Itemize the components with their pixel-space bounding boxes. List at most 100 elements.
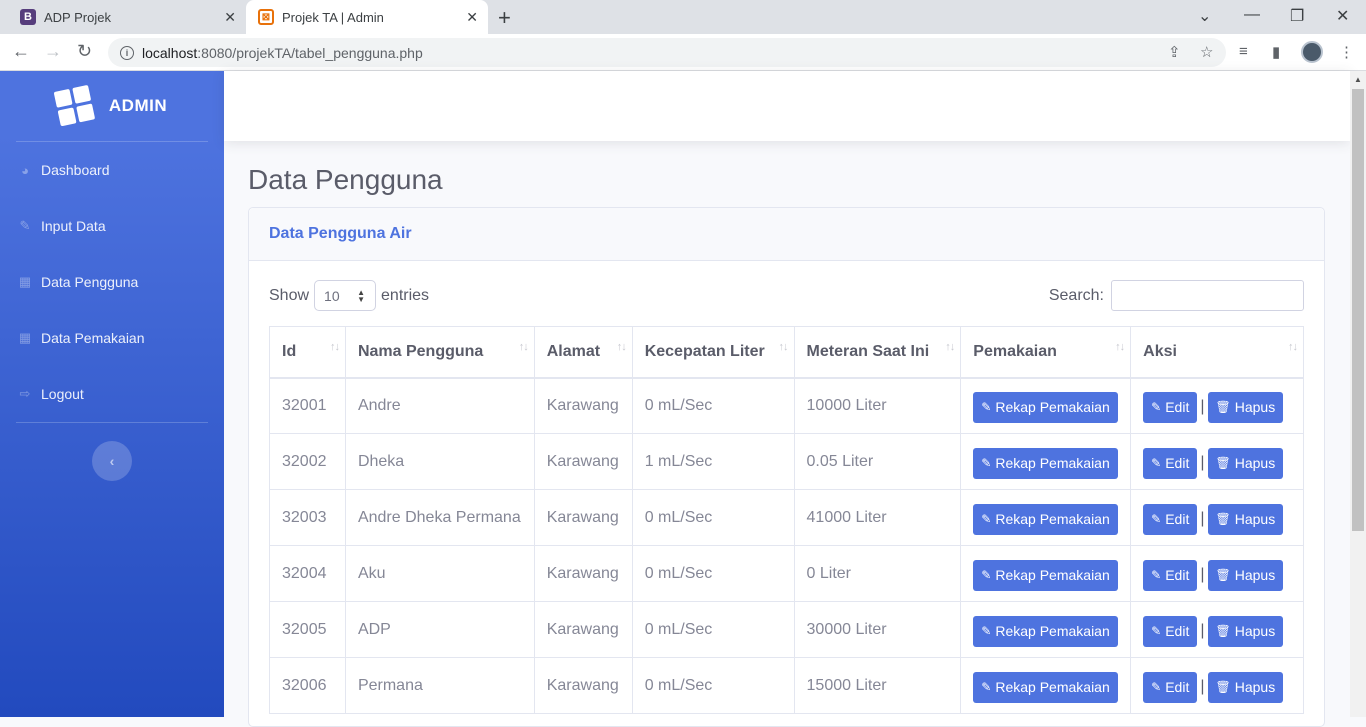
cell-alamat: Karawang	[533, 545, 633, 602]
trash-icon: 🗑	[1215, 624, 1231, 638]
scroll-up-arrow-icon[interactable]: ▲	[1354, 75, 1362, 84]
table-search: Search:	[1049, 280, 1304, 311]
column-header-aksi[interactable]: Aksi ↑↓	[1130, 326, 1304, 379]
back-icon[interactable]: ←	[12, 41, 30, 62]
edit-icon: ✎	[1151, 400, 1162, 415]
button-label: Edit	[1165, 455, 1190, 471]
edit-icon: ✎	[981, 400, 992, 415]
bookmark-star-icon[interactable]: ☆	[1200, 43, 1213, 61]
close-tab-icon[interactable]: ✕	[466, 9, 478, 26]
share-icon[interactable]: ⇪	[1168, 43, 1181, 61]
cell-pemakaian: ✎ Rekap Pemakaian	[960, 433, 1132, 490]
column-header-meteran[interactable]: Meteran Saat Ini ↑↓	[793, 326, 962, 379]
rekap-pemakaian-button[interactable]: ✎ Rekap Pemakaian	[973, 615, 1118, 647]
side-panel-icon[interactable]: ▮	[1272, 43, 1280, 61]
header-label: Nama Pengguna	[357, 342, 484, 360]
sidebar-item-logout[interactable]: ⇨ Logout	[0, 366, 224, 422]
column-header-id[interactable]: Id ↑↓	[269, 326, 346, 379]
page-scrollbar[interactable]: ▲	[1350, 71, 1366, 717]
browser-menu-icon[interactable]: ⋮	[1339, 43, 1354, 61]
sort-icon: ↑↓	[518, 341, 529, 353]
windows-logo-icon	[53, 84, 97, 128]
cell-id: 32001	[269, 377, 346, 434]
chevron-left-icon: ‹	[109, 453, 115, 469]
card-header: Data Pengguna Air	[249, 208, 1324, 261]
hapus-button[interactable]: 🗑 Hapus	[1207, 559, 1284, 591]
table-icon: ▦	[18, 330, 32, 345]
rekap-pemakaian-button[interactable]: ✎ Rekap Pemakaian	[973, 503, 1118, 535]
column-header-alamat[interactable]: Alamat ↑↓	[533, 326, 633, 379]
restore-icon[interactable]: ❐	[1290, 6, 1304, 26]
sidebar-divider	[16, 422, 208, 423]
rekap-pemakaian-button[interactable]: ✎ Rekap Pemakaian	[973, 671, 1118, 703]
edit-button[interactable]: ✎ Edit	[1143, 671, 1198, 703]
cell-nama: ADP	[344, 601, 535, 658]
forward-icon[interactable]: →	[44, 41, 62, 62]
sort-icon: ↑↓	[945, 341, 955, 353]
hapus-button[interactable]: 🗑 Hapus	[1207, 391, 1284, 423]
new-tab-icon[interactable]: +	[498, 5, 511, 31]
sidebar-brand[interactable]: ADMIN	[0, 71, 224, 141]
column-header-nama[interactable]: Nama Pengguna ↑↓	[344, 326, 535, 379]
sidebar-item-label: Input Data	[41, 218, 106, 234]
cell-aksi: ✎ Edit | 🗑 Hapus	[1130, 545, 1304, 602]
sort-icon: ↑↓	[1288, 341, 1298, 353]
close-window-icon[interactable]: ✕	[1336, 6, 1349, 26]
edit-button[interactable]: ✎ Edit	[1143, 447, 1198, 479]
sidebar-item-data-pemakaian[interactable]: ▦ Data Pemakaian	[0, 310, 224, 366]
browser-tab-projek-ta[interactable]: ⊠ Projek TA | Admin ✕	[246, 0, 488, 34]
cell-nama: Andre	[344, 377, 535, 434]
hapus-button[interactable]: 🗑 Hapus	[1207, 503, 1284, 535]
edit-button[interactable]: ✎ Edit	[1143, 391, 1198, 423]
cell-nama: Dheka	[344, 433, 535, 490]
hapus-button[interactable]: 🗑 Hapus	[1207, 671, 1284, 703]
cell-meteran: 41000 Liter	[793, 489, 962, 546]
cell-pemakaian: ✎ Rekap Pemakaian	[960, 489, 1132, 546]
rekap-pemakaian-button[interactable]: ✎ Rekap Pemakaian	[973, 391, 1118, 423]
rekap-pemakaian-button[interactable]: ✎ Rekap Pemakaian	[973, 447, 1118, 479]
search-input[interactable]	[1111, 280, 1304, 311]
url-field[interactable]: i localhost:8080/projekTA/tabel_pengguna…	[108, 38, 1226, 67]
header-label: Pemakaian	[973, 342, 1057, 360]
cell-id: 32002	[269, 433, 346, 490]
button-label: Rekap Pemakaian	[995, 455, 1110, 471]
entries-select[interactable]: 10 ▲ ▼	[314, 280, 377, 311]
rekap-pemakaian-button[interactable]: ✎ Rekap Pemakaian	[973, 559, 1118, 591]
hapus-button[interactable]: 🗑 Hapus	[1207, 447, 1284, 479]
edit-icon: ✎	[981, 512, 992, 526]
sidebar-item-data-pengguna[interactable]: ▦ Data Pengguna	[0, 254, 224, 310]
profile-avatar[interactable]	[1301, 41, 1323, 63]
browser-tab-bar: B ADP Projek ✕ ⊠ Projek TA | Admin ✕ + ⌄…	[0, 0, 1366, 34]
sort-icon: ↑↓	[778, 341, 789, 353]
hapus-button[interactable]: 🗑 Hapus	[1207, 615, 1284, 647]
minimize-icon[interactable]: —	[1244, 6, 1260, 24]
sidebar-item-dashboard[interactable]: ◕ Dashboard	[0, 142, 224, 198]
button-label: Hapus	[1234, 679, 1276, 695]
edit-button[interactable]: ✎ Edit	[1143, 503, 1198, 535]
column-header-kecepatan[interactable]: Kecepatan Liter ↑↓	[631, 326, 795, 379]
url-host: localhost	[142, 44, 198, 61]
reading-list-icon[interactable]: ≡	[1239, 43, 1248, 60]
edit-button[interactable]: ✎ Edit	[1143, 615, 1198, 647]
button-label: Hapus	[1234, 511, 1276, 527]
cell-alamat: Karawang	[533, 601, 633, 658]
cell-kecepatan: 0 mL/Sec	[631, 489, 795, 546]
tab-search-chevron-icon[interactable]: ⌄	[1198, 6, 1211, 26]
cell-nama: Andre Dheka Permana	[344, 489, 535, 546]
sidebar-item-input-data[interactable]: ✎ Input Data	[0, 198, 224, 254]
column-header-pemakaian[interactable]: Pemakaian ↑↓	[960, 326, 1132, 379]
cell-alamat: Karawang	[533, 657, 633, 714]
cell-aksi: ✎ Edit | 🗑 Hapus	[1130, 601, 1304, 658]
sidebar-toggle-button[interactable]: ‹	[92, 441, 132, 481]
data-card: Data Pengguna Air Show 10 ▲ ▼ entries Sea…	[248, 207, 1325, 727]
site-info-icon[interactable]: i	[120, 45, 134, 60]
edit-icon: ✎	[981, 456, 992, 470]
reload-icon[interactable]: ↻	[77, 41, 92, 62]
button-label: Rekap Pemakaian	[995, 623, 1110, 639]
scrollbar-thumb[interactable]	[1352, 89, 1364, 531]
browser-tab-adp-projek[interactable]: B ADP Projek ✕	[8, 0, 246, 34]
edit-icon: ✎	[19, 218, 31, 233]
edit-button[interactable]: ✎ Edit	[1143, 559, 1198, 591]
show-label: Show	[269, 286, 310, 304]
close-tab-icon[interactable]: ✕	[224, 9, 236, 26]
